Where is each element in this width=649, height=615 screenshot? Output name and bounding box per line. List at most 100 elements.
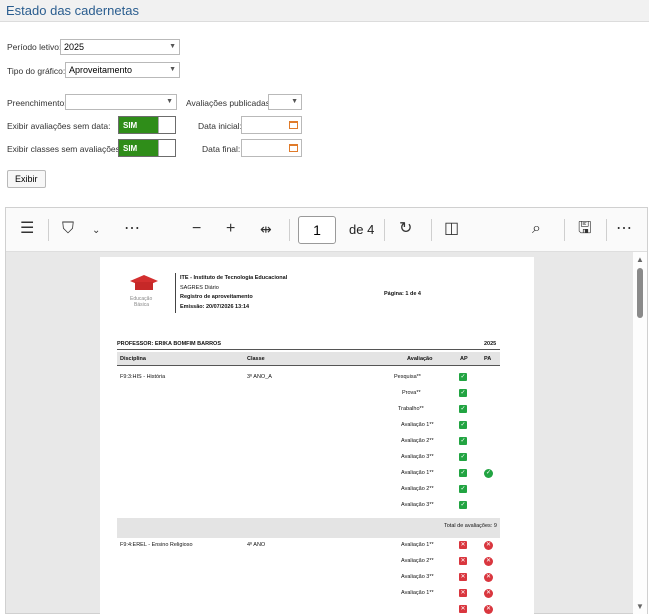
education-logo [130, 275, 158, 290]
chevron-down-icon: ▼ [291, 98, 298, 105]
toggle-knob [158, 117, 175, 133]
col-avaliacao: Avaliação [407, 356, 433, 362]
year: 2025 [484, 341, 497, 347]
data-inicial-input[interactable] [241, 116, 302, 134]
table-row: Avaliação 2** [401, 438, 434, 444]
pdf-viewer: ☰ ⛉ ⌄ ⋯ − + ⇹ 1 de 4 ↻ ◫ ⌕ 🖫 ⋯ Educação … [5, 207, 648, 615]
page-info: Página: 1 de 4 [384, 291, 421, 297]
pdf-page: Educação Básica ITE - Instituto de Tecno… [100, 257, 534, 615]
col-ap: AP [460, 356, 468, 362]
page-count: de 4 [349, 222, 375, 237]
report-name: Registro de aproveitamento [180, 294, 253, 300]
chevron-down-icon: ▼ [169, 66, 176, 73]
vertical-scrollbar[interactable]: ▲ ▼ [633, 252, 647, 614]
check-icon: ✓ [459, 405, 467, 413]
group2-disciplina: F9:4:EREL - Ensino Religioso [120, 542, 193, 548]
calendar-icon[interactable] [289, 144, 298, 152]
exibir-sem-data-toggle[interactable]: SIM [118, 116, 176, 134]
table-row: Avaliação 2** [401, 486, 434, 492]
page-view-icon[interactable]: ◫ [444, 220, 459, 238]
table-row: Avaliação 1** [401, 542, 434, 548]
cross-icon: ✕ [459, 589, 467, 597]
calendar-icon[interactable] [289, 121, 298, 129]
check-icon: ✓ [459, 373, 467, 381]
periodo-value: 2025 [64, 42, 85, 52]
periodo-label: Período letivo: [7, 42, 62, 52]
divider [117, 349, 500, 350]
data-final-label: Data final: [202, 144, 241, 154]
search-icon[interactable]: ⌕ [532, 220, 541, 238]
toggle-knob [158, 140, 175, 156]
avaliacoes-publicadas-select[interactable]: ▼ [268, 94, 302, 110]
group1-classe: 3º ANO_A [247, 374, 272, 380]
chevron-down-icon: ▼ [166, 98, 173, 105]
check-icon: ✓ [459, 453, 467, 461]
preenchimento-label: Preenchimento: [7, 98, 67, 108]
data-inicial-label: Data inicial: [198, 121, 242, 131]
table-row: Avaliação 1** [401, 422, 434, 428]
page-title: Estado das cadernetas [6, 3, 139, 18]
group1-disciplina: F9:3:HIS - História [120, 374, 166, 380]
toolbar-divider [48, 219, 49, 241]
cross-icon: ✕ [459, 541, 467, 549]
periodo-select[interactable]: 2025 ▼ [60, 39, 180, 55]
tipo-select[interactable]: Aproveitamento ▼ [65, 62, 180, 78]
divider [117, 365, 500, 366]
exibir-button[interactable]: Exibir [7, 170, 46, 188]
table-header [117, 352, 500, 365]
chevron-down-icon[interactable]: ⌄ [92, 222, 100, 240]
cross-circle-icon: ✕ [484, 541, 493, 550]
save-icon[interactable]: 🖫 [578, 220, 592, 238]
tipo-value: Aproveitamento [69, 65, 133, 75]
col-disciplina: Disciplina [120, 356, 146, 362]
table-row: Avaliação 3** [401, 502, 434, 508]
zoom-out-icon[interactable]: − [192, 220, 201, 238]
cross-circle-icon: ✕ [484, 557, 493, 566]
data-final-input[interactable] [241, 139, 302, 157]
scroll-up-icon[interactable]: ▲ [636, 255, 644, 264]
fit-width-icon[interactable]: ⇹ [260, 220, 272, 238]
exibir-classes-toggle[interactable]: SIM [118, 139, 176, 157]
check-icon: ✓ [459, 469, 467, 477]
avaliacoes-publicadas-label: Avaliações publicadas: [186, 98, 273, 108]
chevron-down-icon: ▼ [169, 43, 176, 50]
table-row: Avaliação 3** [401, 574, 434, 580]
professor: PROFESSOR: ERIKA BOMFIM BARROS [117, 341, 221, 347]
cross-circle-icon: ✕ [484, 589, 493, 598]
rotate-icon[interactable]: ↻ [399, 220, 412, 238]
toolbar-divider [564, 219, 565, 241]
scroll-down-icon[interactable]: ▼ [636, 602, 644, 611]
emission: Emissão: 20/07/2026 13:14 [180, 304, 250, 310]
table-row: Avaliação 1** [401, 470, 434, 476]
table-row: Avaliação 2** [401, 558, 434, 564]
col-classe: Classe [247, 356, 265, 362]
logo-text: Básica [134, 302, 150, 308]
group1-total: Total de avaliações: 9 [444, 523, 497, 529]
cross-icon: ✕ [459, 573, 467, 581]
zoom-in-icon[interactable]: + [226, 220, 235, 238]
preenchimento-select[interactable]: ▼ [65, 94, 177, 110]
check-icon: ✓ [459, 389, 467, 397]
more-options-icon[interactable]: ⋯ [616, 220, 632, 238]
more-icon[interactable]: ⋯ [124, 220, 140, 238]
cross-circle-icon: ✕ [484, 573, 493, 582]
tipo-label: Tipo do gráfico: [7, 66, 66, 76]
table-row: Trabalho** [398, 406, 424, 412]
check-icon: ✓ [459, 437, 467, 445]
page-number-input[interactable]: 1 [298, 216, 336, 244]
toggle-on-label: SIM [119, 117, 159, 133]
toolbar-divider [431, 219, 432, 241]
check-circle-icon: ✓ [484, 469, 493, 478]
institution: ITE - Instituto de Tecnologia Educaciona… [180, 275, 288, 281]
toolbar-divider [289, 219, 290, 241]
system-name: SAGRES Diário [180, 285, 219, 291]
toggle-on-label: SIM [119, 140, 159, 156]
check-icon: ✓ [459, 501, 467, 509]
cross-icon: ✕ [459, 557, 467, 565]
highlighter-icon[interactable]: ⛉ [62, 220, 74, 238]
scrollbar-thumb[interactable] [637, 268, 643, 318]
col-pa: PA [484, 356, 492, 362]
table-row: Pesquisa** [394, 374, 421, 380]
group2-classe: 4º ANO [247, 542, 266, 548]
list-icon[interactable]: ☰ [20, 220, 34, 238]
